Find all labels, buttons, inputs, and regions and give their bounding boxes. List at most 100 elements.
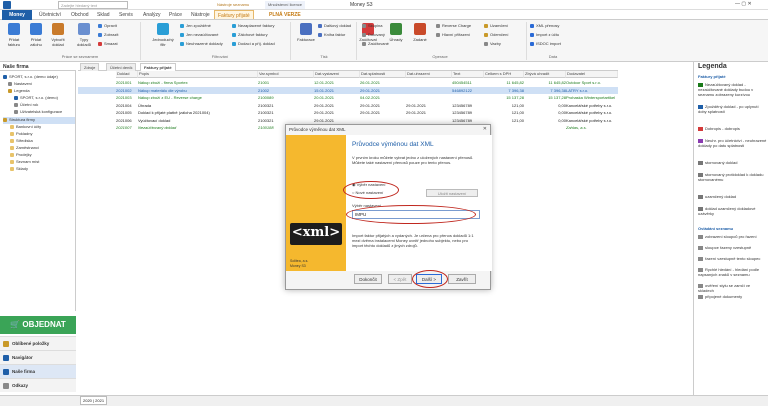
filter-unposted-button[interactable]: Jen nezaúčtované	[180, 32, 235, 39]
table-row[interactable]: 2021003 Nákup zboží z EU - Reverse charge…	[78, 94, 618, 101]
table-cell: Vyúčtovací doklad	[138, 117, 171, 123]
invoicing-button[interactable]: Fakturace	[294, 23, 318, 53]
tree-item[interactable]: Pokladny	[10, 131, 32, 138]
folder-icon	[10, 166, 14, 171]
tab-ucetni-denik[interactable]: Účetní deník	[106, 63, 137, 71]
menu-tab-obchod[interactable]: Obchod	[68, 10, 92, 19]
filter-late-button[interactable]: Jen zpožděné	[180, 23, 235, 30]
edit-icon	[98, 23, 102, 28]
import-from-account-button[interactable]: Import z účtu	[530, 32, 576, 39]
menu-tab-analyzy[interactable]: Analýzy	[140, 10, 164, 19]
tree-item[interactable]: SPORT, s.r.o. (demo údaje)	[3, 74, 58, 81]
close-button[interactable]: Zavřít	[448, 274, 476, 284]
lock-button[interactable]: Uzamčení	[484, 23, 524, 30]
table-row[interactable]: 2021005 Doklad k přijaté platbě (záloha 2…	[78, 109, 618, 116]
filter-deposit-invoices-button[interactable]: Zálohové faktury	[232, 32, 287, 39]
invoice-book-button[interactable]: Kniha faktur	[318, 32, 358, 39]
table-row[interactable]: 2021004 Úhrada 2100321 29.01.2021 29.01.2021…	[78, 102, 618, 109]
tree-item[interactable]: Střediska	[10, 138, 33, 145]
table-cell: 2021005	[116, 110, 132, 115]
table-cell: 2021007	[116, 125, 132, 130]
table-cell: Nezaúčtovaný doklad	[138, 125, 177, 130]
simple-filter-button[interactable]: Jednoduchý filtr	[150, 23, 176, 53]
menu-tab-nastroje[interactable]: Nástroje	[188, 10, 213, 19]
table-cell: 2021003	[116, 95, 132, 100]
folder-icon	[10, 124, 14, 129]
entered-icon	[414, 23, 426, 35]
column-header[interactable]: Dat.vystavení	[314, 71, 360, 78]
search-input[interactable]: Zadejte hledaný text	[58, 1, 128, 9]
create-document-button[interactable]: Vytvořit doklad	[48, 23, 68, 53]
table-row[interactable]: 2021001 Nákup zboží - firma Sportex 21001 1…	[78, 79, 618, 86]
view-icon	[98, 32, 102, 37]
table-row[interactable]: 2021006 Vyúčtovací doklad 2100321 29.01.202…	[78, 117, 618, 124]
tab-zdroje[interactable]: Zdroje	[80, 63, 100, 71]
nav-our-company[interactable]: Naše firma	[0, 364, 76, 378]
tree-item-selected[interactable]: Struktura firmy	[3, 117, 75, 124]
window-controls[interactable]: — ▢ ✕	[735, 1, 752, 7]
finish-button[interactable]: Dokončit	[354, 274, 382, 284]
unlock-button[interactable]: Odemčení	[484, 32, 524, 39]
status-bar	[0, 395, 768, 406]
tree-item[interactable]: Seznam míst	[10, 159, 39, 166]
column-header[interactable]: Dodavatel	[566, 71, 618, 78]
tree-item[interactable]: Sklady	[10, 166, 28, 173]
column-header[interactable]: Celkem s DPH	[484, 71, 524, 78]
menu-tab-prace[interactable]: Práce	[166, 10, 185, 19]
back-button[interactable]: < Zpět	[388, 274, 412, 284]
tree-item[interactable]: Bankovní účty	[10, 124, 41, 131]
filter-delivery-button[interactable]: Dodací a příj. doklad	[232, 41, 287, 48]
column-header[interactable]: Var.symbol	[258, 71, 314, 78]
nav-links[interactable]: Odkazy	[0, 378, 76, 392]
context-tab-licence[interactable]: Množstevní licence	[265, 1, 306, 9]
create-document-icon	[52, 23, 64, 35]
tree-item[interactable]: Uživatelská konfigurace	[14, 109, 62, 116]
legend-control-item: připojené dokumenty	[698, 294, 767, 299]
add-invoice-button[interactable]: Přidat fakturu	[4, 23, 24, 53]
tree-item[interactable]: Legenda	[8, 88, 30, 95]
payments-button[interactable]: Úhrady	[386, 23, 406, 53]
menu-tab-sklad[interactable]: Sklad	[94, 10, 113, 19]
tab-faktury-prijate[interactable]: Faktury přijaté	[140, 63, 176, 71]
tree-item[interactable]: Prodejky	[10, 152, 32, 159]
reverse-charge-button[interactable]: Reverse Charge	[436, 23, 482, 30]
save-setting-button[interactable]: Uložit nastavení	[426, 189, 478, 197]
nav-navigator[interactable]: Navigátor	[0, 350, 76, 364]
table-cell: 29.01.2021	[314, 110, 335, 115]
isdoc-import-button[interactable]: ISDOC import	[530, 41, 576, 48]
entered-button[interactable]: Zadané	[410, 23, 430, 53]
menu-tab-ucetnictvi[interactable]: Účetnictví	[36, 10, 64, 19]
next-document-button[interactable]: Dalšový doklad	[318, 23, 358, 30]
tree-item[interactable]: Nastavení	[8, 81, 32, 88]
column-header[interactable]: Dat.uhrazení	[406, 71, 452, 78]
close-icon[interactable]: ✕	[483, 126, 487, 132]
menu-tab-servis[interactable]: Servis	[116, 10, 136, 19]
column-header[interactable]: Popis	[138, 71, 258, 78]
xml-transfers-button[interactable]: XML přenosy	[530, 23, 576, 30]
menu-tab-plna-verze[interactable]: PLNÁ VERZE	[266, 10, 304, 19]
links-button[interactable]: Vazby	[484, 41, 524, 48]
legend-item: Nezaúčtovaný doklad - nezaúčtované dokla…	[698, 82, 754, 97]
filter-unpaid-invoices-button[interactable]: Nezaplacené faktury	[232, 23, 287, 30]
column-header[interactable]: Zbývá uhradit	[524, 71, 566, 78]
menu-tab-money[interactable]: Money	[2, 10, 32, 20]
main-assignment-button[interactable]: Hlavní přiřazení	[436, 32, 482, 39]
column-header[interactable]: Text	[452, 71, 484, 78]
year-tab[interactable]: 2020 | 2021	[80, 396, 108, 405]
column-header[interactable]: Dat.splatnosti	[360, 71, 406, 78]
menu-tab-faktury-prijate[interactable]: Faktury přijaté	[214, 10, 254, 19]
filter-unpaid-button[interactable]: Neuhrazené doklady	[180, 41, 235, 48]
order-button[interactable]: 🛒 OBJEDNAT	[0, 316, 76, 334]
table-row[interactable]: 2021002 Nákup materiálu dle výrobu 21002 15…	[78, 86, 618, 94]
add-deposit-button[interactable]: Přidat zálohu	[26, 23, 46, 53]
document-types-button[interactable]: Typy dokladů	[74, 23, 94, 53]
tree-item[interactable]: Účetní rok	[14, 102, 38, 109]
context-tab-list-tools[interactable]: Nástroje seznamu	[214, 1, 252, 9]
import-icon	[530, 32, 534, 37]
star-icon	[3, 341, 9, 347]
column-header[interactable]: Doklad	[116, 71, 138, 78]
window-title: Money S3	[350, 2, 373, 8]
tree-item[interactable]: SPORT, s.r.o. (demo)	[14, 95, 58, 102]
nav-favorites[interactable]: Oblíbené položky	[0, 336, 76, 350]
tree-item[interactable]: Zaměstnanci	[10, 145, 39, 152]
